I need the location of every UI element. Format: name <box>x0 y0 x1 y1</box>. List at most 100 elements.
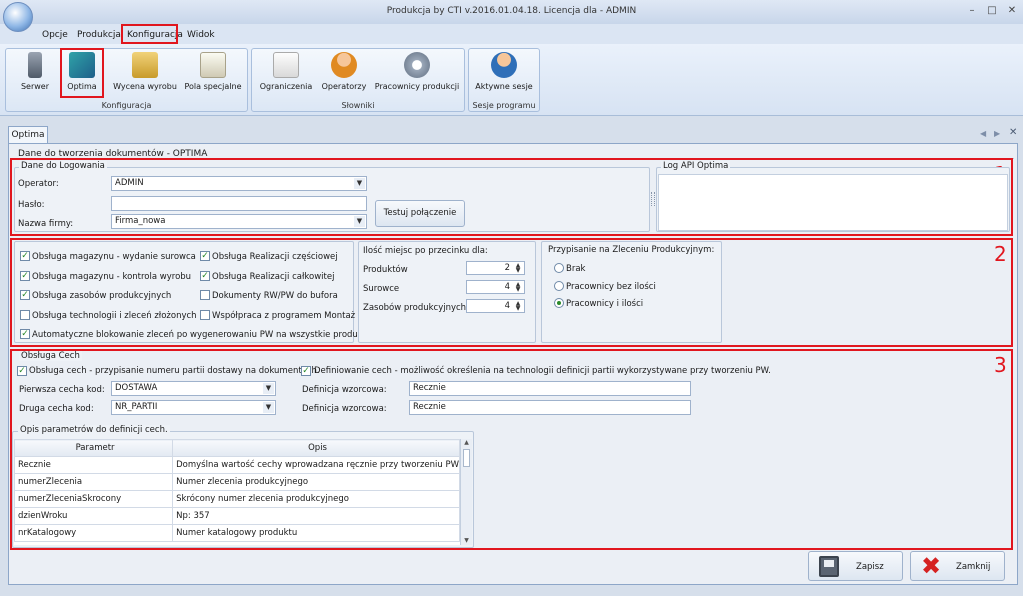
definition2-label: Definicja wzorcowa: <box>302 404 387 414</box>
ograniczenia-button[interactable]: Ograniczenia <box>256 50 316 98</box>
param-name-cell[interactable]: numerZlecenia <box>14 473 174 491</box>
spin-arrows-icon[interactable]: ▲ ▼ <box>513 282 523 293</box>
col2-label-0: Obsługa Realizacji częściowej <box>212 252 338 262</box>
definition2-field[interactable]: Recznie <box>409 400 691 415</box>
features-legend: Obsługa Cech <box>19 351 82 361</box>
decimals-produktow-stepper[interactable]: 2 ▲ ▼ <box>466 261 525 275</box>
col2-checkbox-1[interactable]: ✓ <box>200 270 210 281</box>
definition1-field[interactable]: Recznie <box>409 381 691 396</box>
second-feature-select[interactable]: NR_PARTII ▼ <box>111 400 276 415</box>
log-textarea[interactable] <box>658 174 1008 231</box>
marker-3: 3 <box>994 353 1007 377</box>
first-feature-value: DOSTAWA <box>115 383 158 393</box>
col1-checkbox-4[interactable]: ✓ <box>20 329 30 339</box>
col1-label-4: Automatyczne blokowanie zleceń po wygene… <box>32 330 372 340</box>
param-name-cell[interactable]: dzienWroku <box>14 507 174 525</box>
table-row[interactable]: numerZleceniaSkrocony Skrócony numer zlec… <box>14 490 460 508</box>
first-feature-select[interactable]: DOSTAWA ▼ <box>111 381 276 396</box>
decimals-zasobow-stepper[interactable]: 4 ▲ ▼ <box>466 299 525 313</box>
menu-opcje[interactable]: Opcje <box>39 27 71 43</box>
tab-scroll-right-icon[interactable]: ▶ <box>994 129 1000 138</box>
param-desc-cell[interactable]: Numer katalogowy produktu <box>172 524 460 542</box>
param-desc-cell[interactable]: Skrócony numer zlecenia produkcyjnego <box>172 490 460 508</box>
col2-checkbox-2[interactable] <box>200 290 210 300</box>
param-desc-cell[interactable]: Domyślna wartość cechy wprowadzana ręczn… <box>172 456 460 474</box>
close-label: Zamknij <box>956 562 991 572</box>
param-name-cell[interactable]: nrKatalogowy <box>14 524 174 542</box>
features-cb2-checkbox[interactable]: ✓ <box>301 366 311 376</box>
button-label: Aktywne sesje <box>475 82 533 91</box>
wycena-wyrobu-button[interactable]: Wycena wyrobu <box>110 50 180 98</box>
app-logo-icon[interactable] <box>3 2 33 32</box>
pracownicy-produkcji-button[interactable]: Pracownicy produkcji <box>372 50 462 98</box>
col2-checkbox-0[interactable]: ✓ <box>200 251 210 261</box>
params-scrollbar[interactable]: ▲ ▼ <box>460 439 472 545</box>
close-button[interactable]: ✖ Zamknij <box>910 551 1005 581</box>
param-name-cell[interactable]: Recznie <box>14 456 174 474</box>
test-connection-button[interactable]: Testuj połączenie <box>375 200 465 227</box>
scroll-up-icon[interactable]: ▲ <box>461 439 472 446</box>
col1-checkbox-1[interactable]: ✓ <box>20 270 30 281</box>
table-row[interactable]: Recznie Domyślna wartość cechy wprowadzan… <box>14 456 460 474</box>
table-row[interactable]: dzienWroku Np: 357 <box>14 507 460 525</box>
param-name-cell[interactable]: numerZleceniaSkrocony <box>14 490 174 508</box>
close-window-button[interactable]: ✕ <box>1005 5 1019 17</box>
highlight-konfiguracja <box>121 24 178 44</box>
chevron-down-icon[interactable]: ▼ <box>354 178 365 189</box>
assignment-radio-1[interactable] <box>554 280 564 291</box>
aktywne-sesje-button[interactable]: Aktywne sesje <box>472 50 536 98</box>
menu-produkcja[interactable]: Produkcja <box>74 27 124 43</box>
col2-label-1: Obsługa Realizacji całkowitej <box>212 271 335 282</box>
operatorzy-button[interactable]: Operatorzy <box>318 50 370 98</box>
menu-widok[interactable]: Widok <box>184 27 218 43</box>
param-desc-cell[interactable]: Np: 357 <box>172 507 460 525</box>
col2-checkbox-3[interactable] <box>200 309 210 320</box>
spin-arrows-icon[interactable]: ▲ ▼ <box>513 263 523 274</box>
operator-select[interactable]: ADMIN ▼ <box>111 176 367 191</box>
col1-label-0: Obsługa magazynu - wydanie surowca <box>32 252 196 262</box>
params-grid: Parametr Opis Recznie Domyślna wartość ce… <box>14 439 460 545</box>
assignment-radio-0[interactable] <box>554 263 564 273</box>
spin-arrows-icon[interactable]: ▲ ▼ <box>513 301 523 312</box>
button-label: Pola specjalne <box>184 82 242 91</box>
table-row[interactable]: numerZlecenia Numer zlecenia produkcyjneg… <box>14 473 460 491</box>
assignment-radio-2[interactable] <box>554 298 564 308</box>
tab-optima[interactable]: Optima <box>8 126 48 144</box>
chevron-down-icon[interactable]: ▼ <box>354 216 365 227</box>
marker-2: 2 <box>994 242 1007 266</box>
param-desc-cell[interactable]: Numer zlecenia produkcyjnego <box>172 473 460 491</box>
first-feature-label: Pierwsza cecha kod: <box>19 385 105 395</box>
second-feature-value: NR_PARTII <box>115 402 158 412</box>
scroll-down-icon[interactable]: ▼ <box>461 537 472 544</box>
gear-icon <box>404 52 430 78</box>
decimals-surowce-stepper[interactable]: 4 ▲ ▼ <box>466 280 525 294</box>
table-row[interactable]: nrKatalogowy Numer katalogowy produktu <box>14 524 460 542</box>
save-button[interactable]: Zapisz <box>808 551 903 581</box>
button-label: Serwer <box>20 82 50 91</box>
chevron-down-icon[interactable]: ▼ <box>263 402 274 413</box>
button-label: Operatorzy <box>321 82 367 91</box>
col1-checkbox-0[interactable]: ✓ <box>20 251 30 261</box>
tab-scroll-left-icon[interactable]: ◀ <box>980 129 986 138</box>
assignment-label-0: Brak <box>566 264 586 274</box>
scroll-thumb[interactable] <box>463 449 470 467</box>
pola-specjalne-button[interactable]: Pola specjalne <box>182 50 244 98</box>
company-select[interactable]: Firma_nowa ▼ <box>111 214 367 229</box>
tab-close-icon[interactable]: ✕ <box>1009 127 1017 138</box>
tab-strip <box>0 120 1023 144</box>
button-label: Ograniczenia <box>259 82 313 91</box>
col1-checkbox-2[interactable]: ✓ <box>20 290 30 300</box>
maximize-button[interactable]: □ <box>985 5 999 17</box>
button-label: Wycena wyrobu <box>113 82 177 91</box>
splitter-handle[interactable] <box>651 192 655 206</box>
coins-icon <box>132 52 158 78</box>
serwer-button[interactable]: Serwer <box>10 50 60 98</box>
decimals-surowce-label: Surowce <box>363 284 400 294</box>
chevron-down-icon[interactable]: ▼ <box>263 383 274 394</box>
column-header-opis[interactable]: Opis <box>172 439 460 457</box>
features-cb1-checkbox[interactable]: ✓ <box>17 366 27 376</box>
minimize-button[interactable]: – <box>965 5 979 17</box>
column-header-parametr[interactable]: Parametr <box>14 439 174 457</box>
col1-checkbox-3[interactable] <box>20 309 30 320</box>
password-field[interactable] <box>111 196 367 211</box>
